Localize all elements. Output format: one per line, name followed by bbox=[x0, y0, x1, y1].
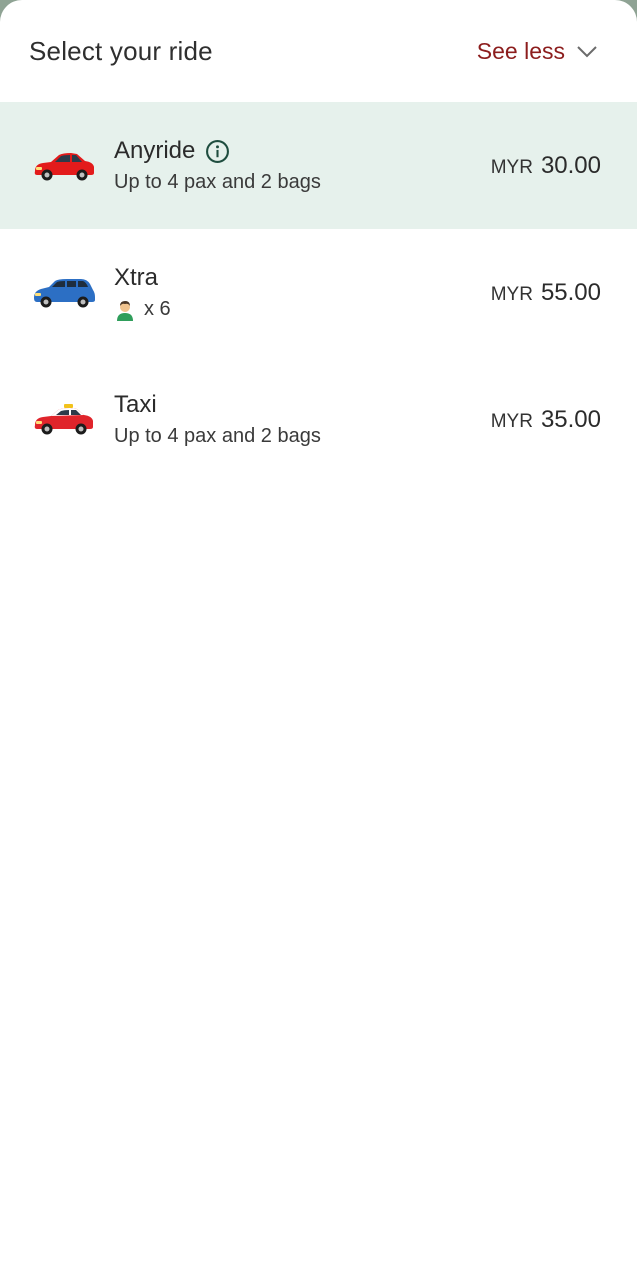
see-less-label: See less bbox=[476, 37, 565, 64]
price-amount: 55.00 bbox=[540, 278, 601, 306]
price-currency: MYR bbox=[490, 283, 533, 305]
ride-name-row: Taxi bbox=[114, 391, 491, 419]
ride-price: MYR 55.00 bbox=[491, 279, 601, 307]
price-currency: MYR bbox=[490, 410, 533, 432]
ride-price: MYR 30.00 bbox=[491, 152, 601, 180]
page-title: Select your ride bbox=[29, 35, 213, 66]
ride-selection-sheet: Select your ride See less Anyride Up to … bbox=[0, 0, 637, 1280]
chevron-down-icon bbox=[577, 46, 597, 58]
ride-capacity: x 6 bbox=[114, 298, 491, 322]
ride-capacity: Up to 4 pax and 2 bags bbox=[114, 425, 321, 447]
price-amount: 35.00 bbox=[540, 405, 601, 433]
ride-capacity-count: x 6 bbox=[144, 298, 171, 320]
red-sedan-icon bbox=[34, 152, 94, 180]
ride-name: Xtra bbox=[114, 263, 159, 291]
person-icon bbox=[117, 300, 133, 321]
ride-name: Anyride bbox=[114, 137, 196, 164]
ride-option-anyride[interactable]: Anyride Up to 4 pax and 2 bags MYR 30.00 bbox=[0, 102, 637, 229]
ride-capacity: Up to 4 pax and 2 bags bbox=[114, 171, 321, 193]
ride-option-taxi[interactable]: Taxi Up to 4 pax and 2 bags MYR 35.00 bbox=[0, 356, 637, 483]
sheet-header: Select your ride See less bbox=[0, 0, 637, 102]
red-taxi-icon bbox=[34, 403, 93, 434]
ride-price: MYR 35.00 bbox=[491, 406, 601, 434]
ride-name-row: Anyride bbox=[114, 137, 491, 165]
ride-name: Taxi bbox=[114, 391, 157, 418]
ride-option-xtra[interactable]: Xtra x 6 MYR 55.00 bbox=[0, 229, 637, 356]
ride-info: Taxi Up to 4 pax and 2 bags bbox=[114, 391, 491, 448]
ride-info: Xtra x 6 bbox=[114, 264, 491, 322]
see-less-button[interactable]: See less bbox=[477, 38, 599, 65]
blue-mpv-icon bbox=[34, 278, 95, 307]
price-amount: 30.00 bbox=[540, 151, 601, 179]
price-currency: MYR bbox=[490, 156, 533, 178]
ride-info: Anyride Up to 4 pax and 2 bags bbox=[114, 137, 491, 194]
ride-name-row: Xtra bbox=[114, 264, 491, 292]
info-icon[interactable] bbox=[205, 139, 230, 164]
